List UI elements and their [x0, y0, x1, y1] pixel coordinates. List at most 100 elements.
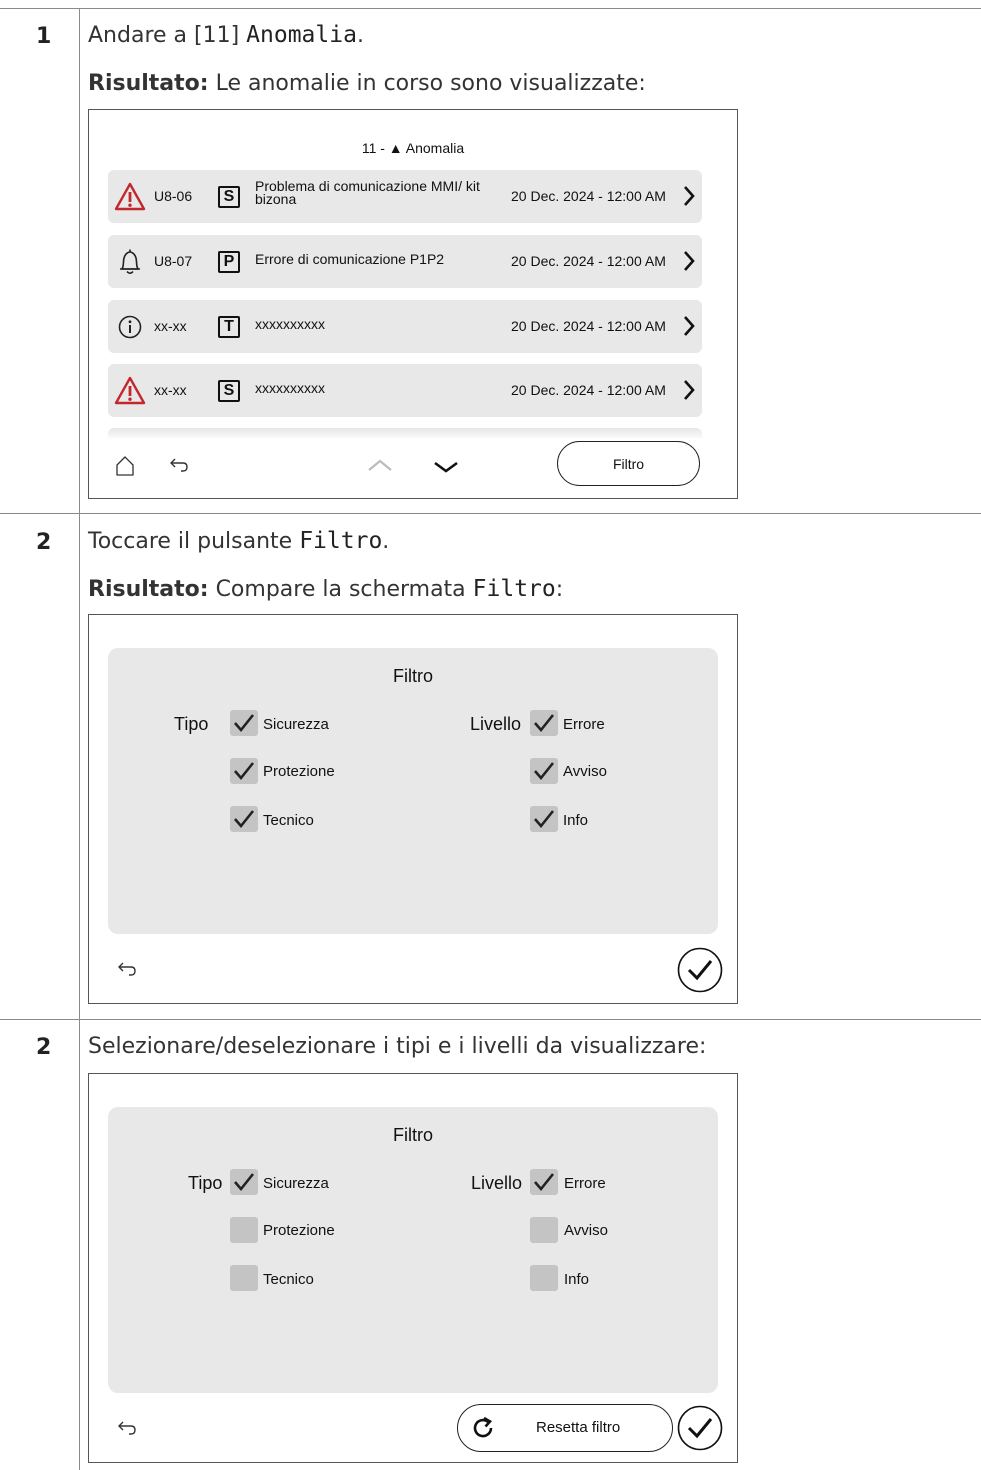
warning-triangle-icon: [114, 182, 146, 211]
checkbox-label: Protezione: [263, 1222, 335, 1239]
step-number: 2: [36, 1035, 52, 1060]
reset-filter-label: Resetta filtro: [536, 1419, 621, 1436]
filter-screen: Filtro Tipo Livello Sicurezza Protezione…: [88, 1073, 738, 1463]
panel-title: Filtro: [393, 666, 433, 686]
instruction-end: .: [382, 529, 390, 554]
checkbox-tecnico[interactable]: [230, 1265, 258, 1291]
menu-code: Anomalia: [246, 22, 357, 48]
checkmark-icon: [234, 1173, 255, 1192]
instruction-end: .: [356, 23, 364, 48]
chevron-right-icon[interactable]: [682, 184, 696, 208]
chevron-right-icon[interactable]: [682, 378, 696, 402]
type-badge: S: [218, 186, 240, 208]
filter-screen: Filtro Tipo Livello Sicurezza Protezione…: [88, 614, 738, 1004]
chevron-down-icon[interactable]: [433, 460, 459, 474]
step-result: Risultato: Le anomalie in corso sono vis…: [88, 71, 646, 96]
confirm-check-icon[interactable]: [677, 1405, 723, 1451]
checkmark-icon: [234, 762, 255, 781]
refresh-icon: [473, 1416, 493, 1438]
screen-title: 11 - ▲ Anomalia: [361, 140, 465, 156]
anomaly-date: 20 Dec. 2024 - 12:00 AM: [511, 253, 666, 269]
checkbox-label: Info: [564, 1271, 590, 1288]
table-border-top: [0, 8, 981, 9]
home-icon[interactable]: [115, 455, 135, 477]
anomaly-description: xxxxxxxxxx: [255, 316, 325, 332]
instruction-text: Andare a [11]: [88, 23, 247, 48]
list-item[interactable]: xx-xx T xxxxxxxxxx 20 Dec. 2024 - 12:00 …: [108, 300, 702, 353]
checkbox-avviso[interactable]: [530, 758, 558, 784]
list-item[interactable]: U8-07 P Errore di comunicazione P1P2 20 …: [108, 235, 702, 288]
step-number: 1: [36, 24, 52, 49]
filter-panel: Filtro Tipo Livello Sicurezza Protezione…: [108, 648, 718, 934]
checkbox-label: Sicurezza: [263, 1175, 329, 1192]
panel-title: Filtro: [393, 1125, 433, 1145]
checkbox-label: Tecnico: [263, 1271, 314, 1288]
chevron-up-icon[interactable]: [367, 458, 393, 472]
screen-code: Filtro: [472, 576, 556, 602]
checkbox-protezione[interactable]: [230, 758, 258, 784]
checkbox-label: Errore: [563, 716, 605, 733]
chevron-right-icon[interactable]: [682, 249, 696, 273]
bell-icon: [120, 249, 140, 275]
anomaly-screen: 11 - ▲ Anomalia U8-06 S Problema di comu…: [88, 109, 738, 499]
checkmark-icon: [534, 1173, 555, 1192]
checkbox-errore[interactable]: [530, 1169, 558, 1195]
back-arrow-icon[interactable]: [169, 457, 189, 473]
filter-button[interactable]: Filtro: [557, 441, 700, 486]
instruction-text: Toccare il pulsante: [88, 529, 300, 554]
checkmark-icon: [234, 714, 255, 733]
list-item[interactable]: U8-06 S Problema di comunicazione MMI/ k…: [108, 170, 702, 223]
chevron-right-icon[interactable]: [682, 314, 696, 338]
checkbox-info[interactable]: [530, 806, 558, 832]
reset-filter-button[interactable]: Resetta filtro: [457, 1404, 673, 1452]
checkbox-tecnico[interactable]: [230, 806, 258, 832]
anomaly-date: 20 Dec. 2024 - 12:00 AM: [511, 188, 666, 204]
result-end: :: [555, 577, 564, 602]
checkbox-label: Info: [563, 812, 589, 829]
livello-label: Livello: [471, 1173, 523, 1193]
checkbox-label: Avviso: [564, 1222, 608, 1239]
checkbox-avviso[interactable]: [530, 1217, 558, 1243]
checkmark-icon: [234, 810, 255, 829]
result-label: Risultato:: [88, 577, 209, 602]
confirm-check-icon[interactable]: [677, 947, 723, 993]
anomaly-code: xx-xx: [154, 382, 187, 398]
checkbox-info[interactable]: [530, 1265, 558, 1291]
livello-label: Livello: [470, 714, 522, 734]
table-row-divider: [0, 513, 981, 514]
table-column-divider: [79, 8, 80, 1470]
anomaly-code: U8-07: [154, 253, 193, 269]
step-number: 2: [36, 530, 52, 555]
checkbox-errore[interactable]: [530, 710, 558, 736]
checkbox-label: Sicurezza: [263, 716, 329, 733]
info-circle-icon: [118, 315, 142, 339]
tipo-label: Tipo: [174, 714, 209, 734]
type-badge: T: [218, 316, 240, 338]
table-row-divider: [0, 1019, 981, 1020]
checkbox-sicurezza[interactable]: [230, 1169, 258, 1195]
checkbox-label: Avviso: [563, 763, 607, 780]
step-instruction: Toccare il pulsante Filtro.: [88, 528, 389, 554]
checkmark-icon: [534, 762, 555, 781]
step-instruction: Andare a [11] Anomalia.: [88, 22, 364, 48]
filter-panel: Filtro Tipo Livello Sicurezza Protezione…: [108, 1107, 718, 1393]
anomaly-date: 20 Dec. 2024 - 12:00 AM: [511, 382, 666, 398]
list-item-partial: [108, 428, 702, 438]
anomaly-description: xxxxxxxxxx: [255, 380, 325, 396]
back-arrow-icon[interactable]: [117, 1420, 137, 1436]
result-text: Compare la schermata: [208, 577, 473, 602]
warning-triangle-icon: [114, 376, 146, 405]
checkbox-protezione[interactable]: [230, 1217, 258, 1243]
tipo-label: Tipo: [188, 1173, 223, 1193]
checkbox-sicurezza[interactable]: [230, 710, 258, 736]
anomaly-date: 20 Dec. 2024 - 12:00 AM: [511, 318, 666, 334]
checkmark-icon: [534, 810, 555, 829]
step-instruction: Selezionare/deselezionare i tipi e i liv…: [88, 1034, 707, 1059]
checkbox-label: Errore: [564, 1175, 606, 1192]
step-result: Risultato: Compare la schermata Filtro:: [88, 576, 563, 602]
result-text: Le anomalie in corso sono visualizzate:: [208, 71, 646, 96]
back-arrow-icon[interactable]: [117, 961, 137, 977]
anomaly-description: Errore di comunicazione P1P2: [255, 251, 445, 267]
checkbox-label: Protezione: [263, 763, 335, 780]
list-item[interactable]: xx-xx S xxxxxxxxxx 20 Dec. 2024 - 12:00 …: [108, 364, 702, 417]
